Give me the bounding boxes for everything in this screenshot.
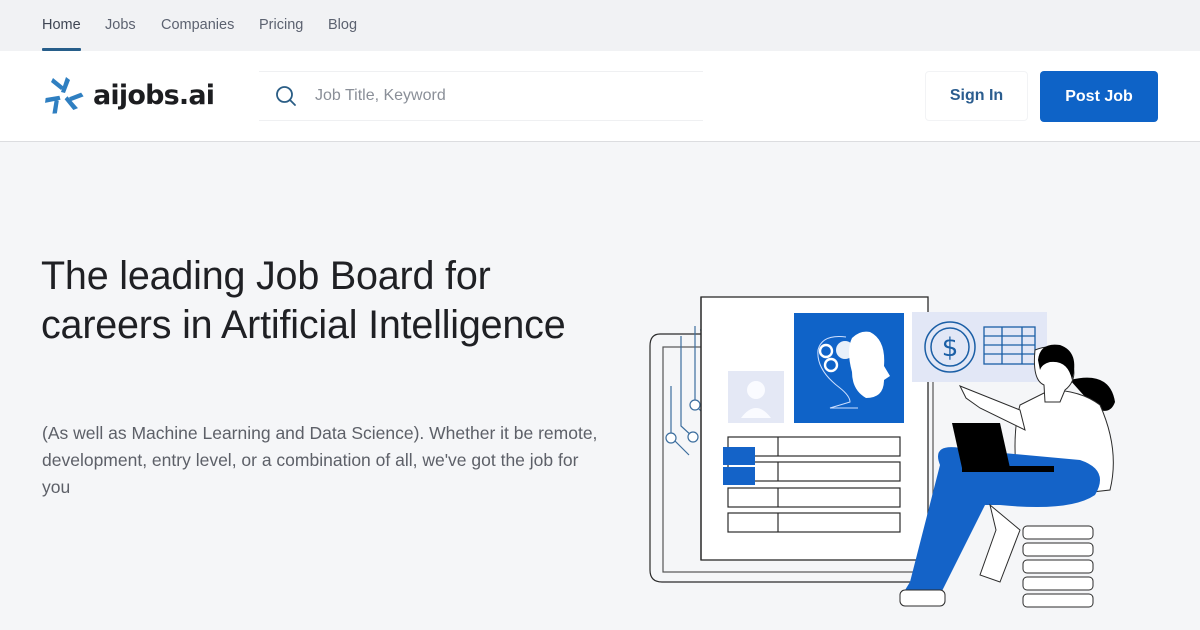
book-stack-icon <box>1022 525 1094 608</box>
hero-title: The leading Job Board for careers in Art… <box>41 254 566 347</box>
ai-head-card-icon <box>794 313 904 423</box>
sign-in-button[interactable]: Sign In <box>925 71 1028 121</box>
post-job-button[interactable]: Post Job <box>1040 71 1158 122</box>
site-header: aijobs.ai Sign In Post Job <box>0 51 1200 142</box>
nav-link-jobs[interactable]: Jobs <box>105 17 136 33</box>
hero-subtitle: (As well as Machine Learning and Data Sc… <box>42 423 598 497</box>
hero-illustration: $ <box>649 296 1115 608</box>
top-navigation: Home Jobs Companies Pricing Blog <box>0 0 1200 51</box>
job-search-input[interactable] <box>315 87 675 105</box>
site-logo[interactable]: aijobs.ai <box>41 75 215 117</box>
logo-wordmark: aijobs.ai <box>93 79 215 111</box>
salary-card-icon: $ <box>912 312 1047 382</box>
nav-link-blog[interactable]: Blog <box>328 17 357 33</box>
search-icon[interactable] <box>275 85 297 107</box>
svg-text:$: $ <box>942 333 959 363</box>
nav-link-companies[interactable]: Companies <box>161 17 234 33</box>
search-bar <box>259 71 703 121</box>
pinwheel-logo-icon <box>45 77 84 114</box>
nav-link-home[interactable]: Home <box>42 17 81 33</box>
nav-link-pricing[interactable]: Pricing <box>259 17 303 33</box>
